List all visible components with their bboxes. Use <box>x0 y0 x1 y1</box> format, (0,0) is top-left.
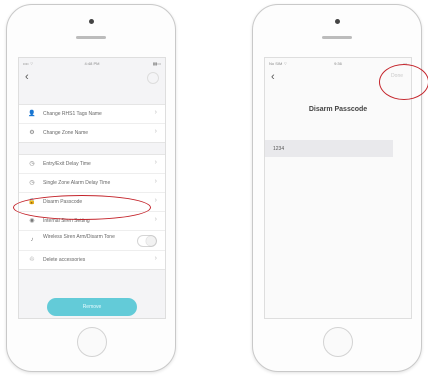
chevron-right-icon: › <box>154 109 157 116</box>
chevron-right-icon: › <box>154 255 157 262</box>
clock-icon: ◷ <box>29 180 35 186</box>
menu-item-label: Internal Siren Setting <box>43 218 90 224</box>
settings-screen: •••• ⌔ 4:48 PM ▮▮▭ ‹ 👤 Change RHS1 Tags … <box>18 57 166 319</box>
menu-item-label: Single Zone Alarm Delay Time <box>43 180 111 186</box>
menu-item-internal-siren[interactable]: ◉ Internal Siren Setting › <box>19 212 165 231</box>
phone-right: No SIM ⌔ 9:36 ▭ ‹ Done Disarm Passcode <box>252 4 422 372</box>
siren-tone-icon: ♪ <box>30 237 34 243</box>
menu-item-label: Delete accessories <box>43 257 86 263</box>
chevron-right-icon: › <box>154 159 157 166</box>
home-button[interactable] <box>323 327 353 357</box>
chevron-right-icon: › <box>154 197 157 204</box>
menu-item-single-zone-delay[interactable]: ◷ Single Zone Alarm Delay Time › <box>19 174 165 193</box>
siren-tone-toggle[interactable] <box>137 235 157 247</box>
status-time: 9:36 <box>334 61 342 66</box>
speaker-grille <box>322 36 352 39</box>
menu-item-change-zone-name[interactable]: ⚙ Change Zone Name › <box>19 124 165 142</box>
status-bar: No SIM ⌔ 9:36 ▭ <box>265 58 411 68</box>
back-chevron-icon[interactable]: ‹ <box>25 71 29 83</box>
status-bar: •••• ⌔ 4:48 PM ▮▮▭ <box>19 58 165 68</box>
menu-item-change-tags-name[interactable]: 👤 Change RHS1 Tags Name › <box>19 105 165 124</box>
back-chevron-icon[interactable]: ‹ <box>271 71 275 83</box>
menu-item-label: Change Zone Name <box>43 130 89 136</box>
menu-item-label: Wireless Siren Arm/Disarm Tone <box>43 234 115 240</box>
menu-item-entry-exit-delay[interactable]: ◷ Entry/Exit Delay Time › <box>19 155 165 174</box>
nav-bar: ‹ <box>19 68 165 90</box>
chevron-right-icon: › <box>154 128 157 135</box>
remove-button[interactable]: Remove <box>47 298 137 316</box>
status-battery: ▮▮▭ <box>152 61 161 66</box>
gear-icon: ⚙ <box>29 130 35 136</box>
trash-icon: ♲ <box>29 257 35 263</box>
front-camera <box>334 19 340 24</box>
nav-bar: ‹ Done <box>265 68 411 90</box>
menu-item-disarm-passcode[interactable]: 🔒 Disarm Passcode › <box>19 193 165 212</box>
menu-group-names: 👤 Change RHS1 Tags Name › ⚙ Change Zone … <box>19 104 165 143</box>
home-button[interactable] <box>77 327 107 357</box>
menu-item-label: Entry/Exit Delay Time <box>43 161 91 167</box>
passcode-screen: No SIM ⌔ 9:36 ▭ ‹ Done Disarm Passcode <box>264 57 412 319</box>
toggle-knob <box>146 236 156 246</box>
phone-left: •••• ⌔ 4:48 PM ▮▮▭ ‹ 👤 Change RHS1 Tags … <box>6 4 176 372</box>
menu-item-label: Disarm Passcode <box>43 199 83 205</box>
chevron-right-icon: › <box>154 216 157 223</box>
menu-item-label: Change RHS1 Tags Name <box>43 111 102 117</box>
help-icon[interactable] <box>147 72 159 84</box>
menu-group-settings: ◷ Entry/Exit Delay Time › ◷ Single Zone … <box>19 154 165 270</box>
lock-icon: 🔒 <box>28 199 36 205</box>
speaker-grille <box>76 36 106 39</box>
siren-icon: ◉ <box>29 218 35 224</box>
chevron-right-icon: › <box>154 178 157 185</box>
person-icon: 👤 <box>28 111 36 117</box>
page-title: Disarm Passcode <box>308 106 368 113</box>
clock-icon: ◷ <box>29 161 35 167</box>
passcode-input[interactable] <box>265 140 393 157</box>
menu-item-wireless-siren-tone: ♪ Wireless Siren Arm/Disarm Tone <box>19 231 165 251</box>
front-camera <box>88 19 94 24</box>
menu-item-delete-accessories[interactable]: ♲ Delete accessories › <box>19 251 165 269</box>
status-time: 4:48 PM <box>84 61 100 66</box>
done-button[interactable]: Done <box>391 73 403 79</box>
status-battery: ▭ <box>403 61 407 66</box>
